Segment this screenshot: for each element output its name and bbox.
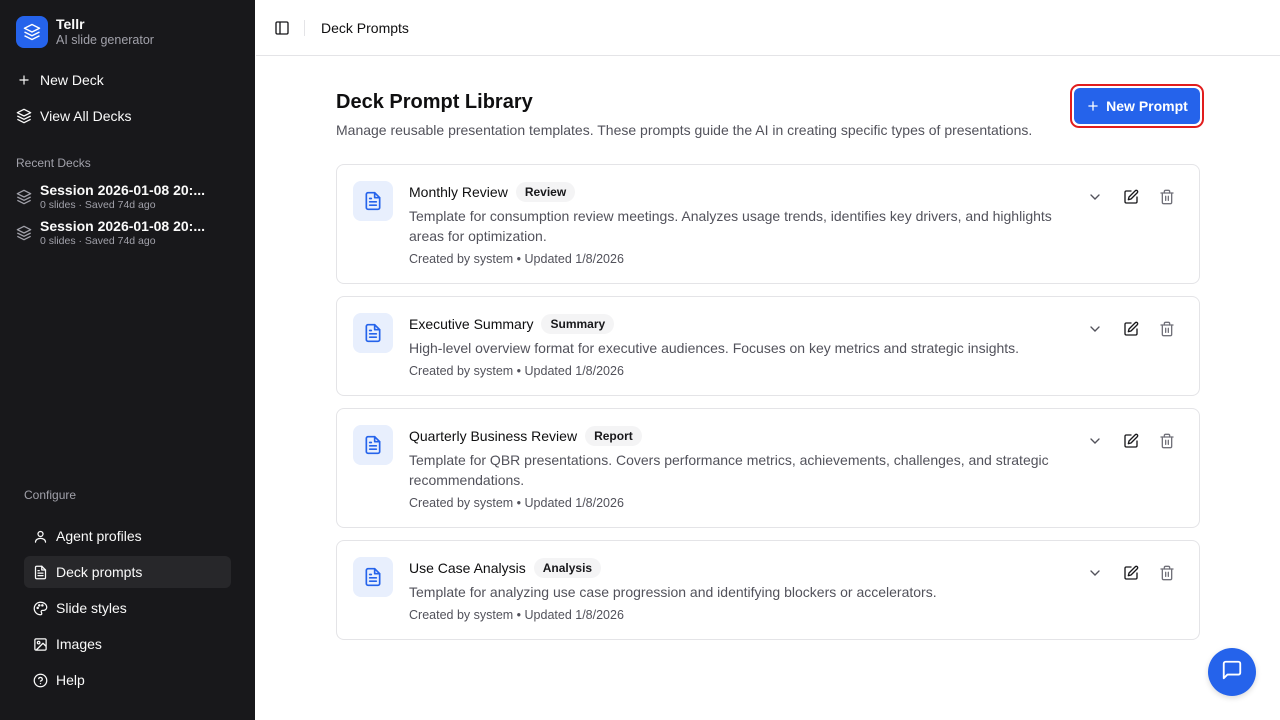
header-divider <box>304 19 305 36</box>
new-prompt-label: New Prompt <box>1106 98 1188 114</box>
prompt-description: Template for QBR presentations. Covers p… <box>409 452 1049 488</box>
recent-deck-meta: 0 slides · Saved 74d ago <box>40 235 156 247</box>
file-text-icon <box>353 181 393 221</box>
file-text-icon <box>353 313 393 353</box>
brand[interactable]: Tellr AI slide generator <box>16 16 154 48</box>
prompt-card: Quarterly Business Review Report Templat… <box>336 408 1200 528</box>
prompt-card: Monthly Review Review Template for consu… <box>336 164 1200 284</box>
sidebar-item-label: Agent profiles <box>56 528 142 544</box>
message-square-icon <box>1221 659 1243 686</box>
sidebar-item-deck-prompts[interactable]: Deck prompts <box>24 556 231 588</box>
trash-icon[interactable] <box>1155 185 1179 209</box>
sidebar: Tellr AI slide generator New Deck View A… <box>0 0 255 720</box>
prompt-name: Use Case Analysis <box>409 560 526 576</box>
sidebar-item-images[interactable]: Images <box>24 628 231 660</box>
category-badge: Analysis <box>533 558 602 578</box>
file-text-icon <box>32 564 48 580</box>
chevron-down-icon[interactable] <box>1083 561 1107 585</box>
image-icon <box>32 636 48 652</box>
trash-icon[interactable] <box>1155 429 1179 453</box>
configure-heading: Configure <box>24 488 77 502</box>
prompt-description: Template for analyzing use case progress… <box>409 584 937 600</box>
chevron-down-icon[interactable] <box>1083 429 1107 453</box>
chat-button[interactable] <box>1208 648 1256 696</box>
plus-icon <box>1086 99 1100 113</box>
trash-icon[interactable] <box>1155 561 1179 585</box>
prompt-description: High-level overview format for executive… <box>409 340 1020 356</box>
sidebar-toggle-icon[interactable] <box>274 20 290 36</box>
recent-deck-title: Session 2026-01-08 20:... <box>40 182 205 198</box>
edit-icon[interactable] <box>1119 561 1143 585</box>
layers-logo-icon <box>16 16 48 48</box>
prompt-card: Use Case Analysis Analysis Template for … <box>336 540 1200 640</box>
layers-icon <box>16 108 32 124</box>
recent-deck-meta: 0 slides · Saved 74d ago <box>40 199 156 211</box>
new-prompt-button[interactable]: New Prompt <box>1070 84 1204 128</box>
prompt-meta: Created by system • Updated 1/8/2026 <box>409 364 624 378</box>
sidebar-item-label: Deck prompts <box>56 564 143 580</box>
category-badge: Report <box>585 426 642 446</box>
sidebar-item-label: Slide styles <box>56 600 127 616</box>
category-badge: Review <box>515 182 576 202</box>
top-header: Deck Prompts <box>256 0 1280 56</box>
trash-icon[interactable] <box>1155 317 1179 341</box>
help-circle-icon <box>32 672 48 688</box>
prompt-meta: Created by system • Updated 1/8/2026 <box>409 608 624 622</box>
plus-icon <box>16 72 32 88</box>
recent-deck-item[interactable]: Session 2026-01-08 20:... 0 slides · Sav… <box>16 218 216 247</box>
app-subtitle: AI slide generator <box>56 33 154 48</box>
layers-icon <box>16 225 32 241</box>
user-icon <box>32 528 48 544</box>
prompt-meta: Created by system • Updated 1/8/2026 <box>409 496 624 510</box>
chevron-down-icon[interactable] <box>1083 317 1107 341</box>
sidebar-item-slide-styles[interactable]: Slide styles <box>24 592 231 624</box>
breadcrumb: Deck Prompts <box>321 19 409 36</box>
sidebar-item-agent-profiles[interactable]: Agent profiles <box>24 520 231 552</box>
page-description: Manage reusable presentation templates. … <box>336 122 1033 138</box>
sidebar-item-label: Images <box>56 636 102 652</box>
file-text-icon <box>353 425 393 465</box>
view-all-decks-label: View All Decks <box>40 108 132 124</box>
chevron-down-icon[interactable] <box>1083 185 1107 209</box>
prompt-meta: Created by system • Updated 1/8/2026 <box>409 252 624 266</box>
palette-icon <box>32 600 48 616</box>
recent-deck-item[interactable]: Session 2026-01-08 20:... 0 slides · Sav… <box>16 182 216 211</box>
prompt-card: Executive Summary Summary High-level ove… <box>336 296 1200 396</box>
new-deck-button[interactable]: New Deck <box>16 68 104 92</box>
prompt-name: Executive Summary <box>409 316 534 332</box>
layers-icon <box>16 189 32 205</box>
new-deck-label: New Deck <box>40 72 104 88</box>
category-badge: Summary <box>541 314 615 334</box>
view-all-decks-button[interactable]: View All Decks <box>16 104 132 128</box>
recent-decks-heading: Recent Decks <box>16 156 91 170</box>
file-text-icon <box>353 557 393 597</box>
recent-deck-title: Session 2026-01-08 20:... <box>40 218 205 234</box>
app-name: Tellr <box>56 16 85 33</box>
prompt-name: Quarterly Business Review <box>409 428 578 444</box>
edit-icon[interactable] <box>1119 429 1143 453</box>
sidebar-item-label: Help <box>56 672 85 688</box>
edit-icon[interactable] <box>1119 185 1143 209</box>
prompt-name: Monthly Review <box>409 184 508 200</box>
edit-icon[interactable] <box>1119 317 1143 341</box>
prompt-description: Template for consumption review meetings… <box>409 208 1052 244</box>
page-title: Deck Prompt Library <box>336 91 533 113</box>
sidebar-item-help[interactable]: Help <box>24 664 231 696</box>
